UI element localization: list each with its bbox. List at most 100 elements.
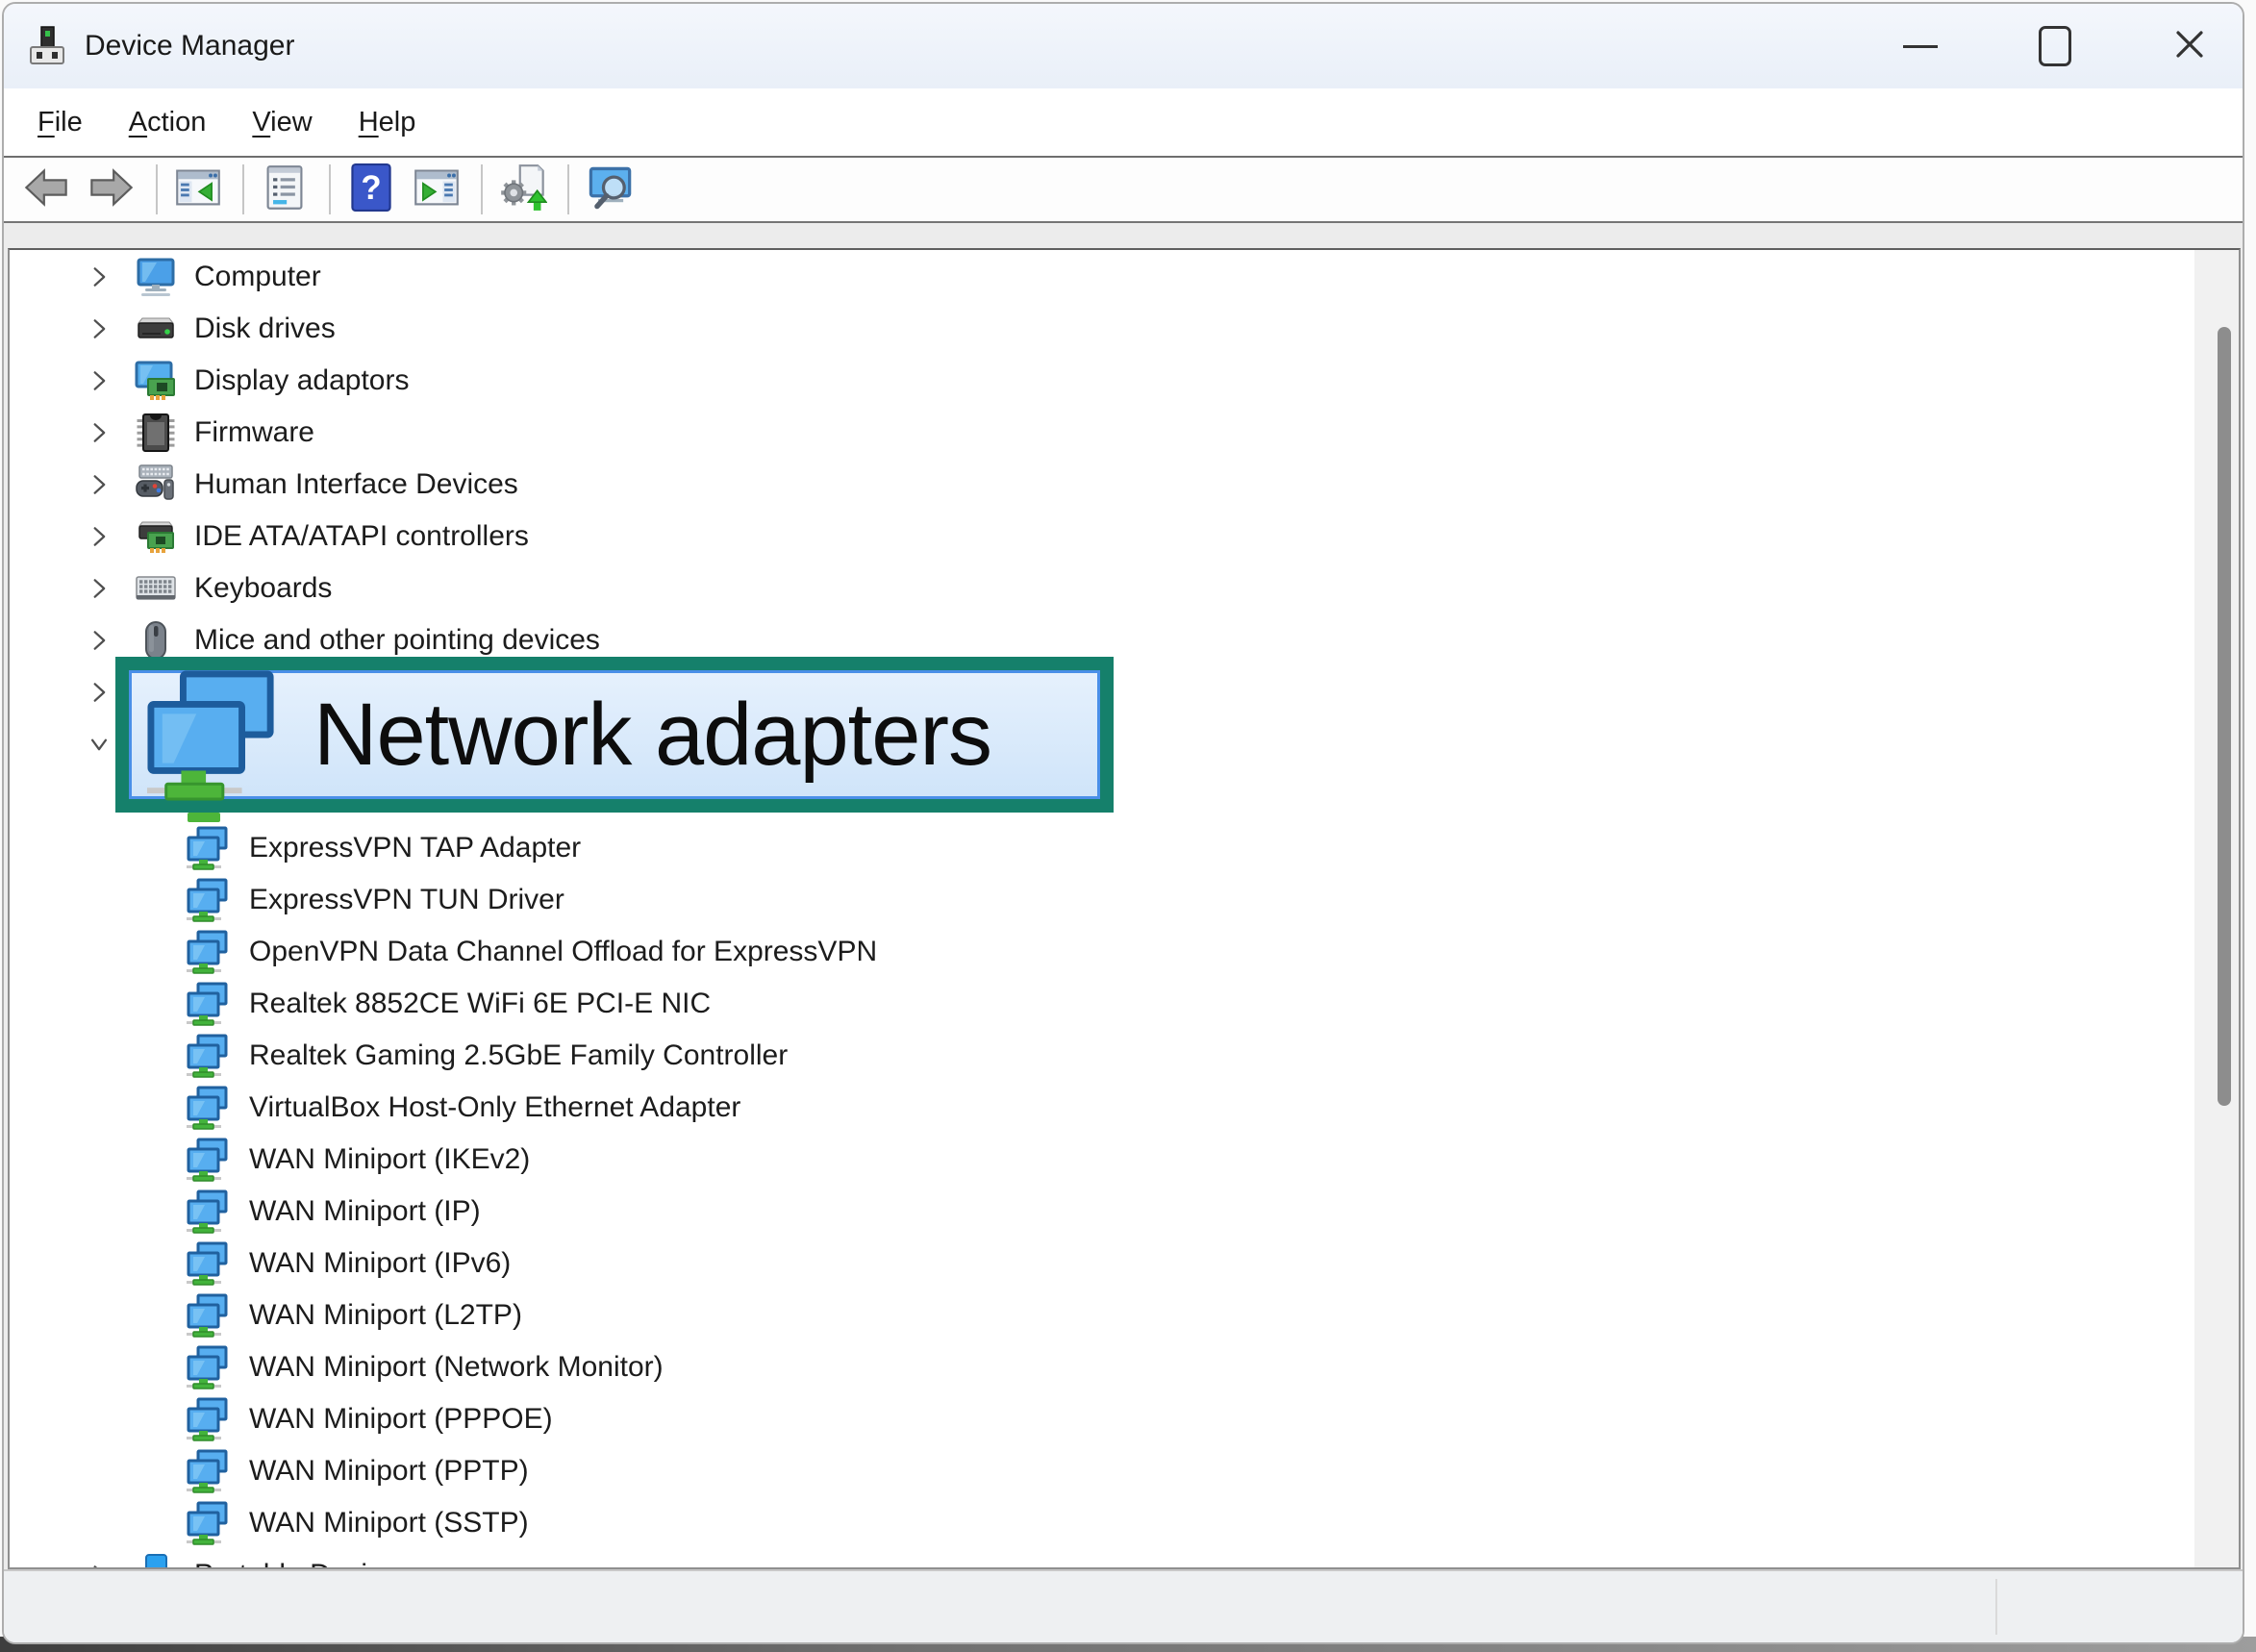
tree-item-label: WAN Miniport (SSTP)	[249, 1507, 529, 1539]
chevron-right-icon[interactable]	[85, 678, 113, 707]
title-bar[interactable]: Device Manager	[4, 4, 2243, 88]
tree-item-wan-miniport-ipv6[interactable]: WAN Miniport (IPv6)	[10, 1238, 2194, 1289]
computer-icon	[134, 255, 178, 299]
chevron-right-icon[interactable]	[85, 263, 113, 291]
toolbar-separator	[567, 164, 569, 214]
network-adapter-icon	[185, 825, 231, 871]
tree-item-disk-drives[interactable]: Disk drives	[10, 303, 2194, 355]
chevron-right-icon[interactable]	[85, 522, 113, 551]
close-icon	[2172, 27, 2207, 66]
tree-item-keyboards[interactable]: Keyboards	[10, 563, 2194, 614]
chevron-right-icon[interactable]	[85, 418, 113, 447]
toolbar-separator	[242, 164, 244, 214]
tree-item-label: WAN Miniport (IPv6)	[249, 1247, 511, 1280]
menu-help[interactable]: Help	[359, 107, 416, 138]
toolbar-back-button[interactable]	[21, 164, 71, 214]
tree-item-label: VirtualBox Host-Only Ethernet Adapter	[249, 1091, 740, 1124]
tree-item-wan-miniport-ip[interactable]: WAN Miniport (IP)	[10, 1186, 2194, 1238]
toolbar-search-computer-button[interactable]	[585, 164, 635, 214]
menu-view[interactable]: View	[252, 107, 312, 138]
tree-item-computer[interactable]: Computer	[10, 251, 2194, 303]
svg-text:?: ?	[361, 169, 381, 206]
device-manager-icon	[25, 24, 69, 68]
portable-device-icon	[134, 1553, 178, 1569]
tree-item-openvpn-data-channel-offload-for-expressvpn[interactable]: OpenVPN Data Channel Offload for Express…	[10, 926, 2194, 978]
tree-item-expressvpn-tap-adapter[interactable]: ExpressVPN TAP Adapter	[10, 822, 2194, 874]
scrollbar-track[interactable]	[2194, 250, 2239, 1567]
tree-item-ide-ata-atapi-controllers[interactable]: IDE ATA/ATAPI controllers	[10, 511, 2194, 563]
tree-item-wan-miniport-network-monitor[interactable]: WAN Miniport (Network Monitor)	[10, 1341, 2194, 1393]
tree-item-expressvpn-tun-driver[interactable]: ExpressVPN TUN Driver	[10, 874, 2194, 926]
tree-item-human-interface-devices[interactable]: Human Interface Devices	[10, 459, 2194, 511]
toolbar-help-button[interactable]: ?	[346, 164, 396, 214]
tree-item-label: Mice and other pointing devices	[194, 624, 600, 657]
chevron-right-icon[interactable]	[85, 1561, 113, 1569]
network-adapter-icon	[185, 1292, 231, 1339]
window-title: Device Manager	[85, 30, 294, 63]
tree-item-display-adaptors[interactable]: Display adaptors	[10, 355, 2194, 407]
chevron-right-icon[interactable]	[85, 314, 113, 343]
menu-file[interactable]: File	[38, 107, 83, 138]
tree-item-label: WAN Miniport (Network Monitor)	[249, 1351, 664, 1384]
close-button[interactable]	[2158, 14, 2221, 78]
toolbar: ?	[4, 156, 2243, 223]
network-adapter-icon	[185, 1448, 231, 1494]
tree-item-label: WAN Miniport (L2TP)	[249, 1299, 522, 1332]
tree-item-label: WAN Miniport (IKEv2)	[249, 1143, 530, 1176]
tree-item-realtek-8852ce-wifi-6e-pci-e-nic[interactable]: Realtek 8852CE WiFi 6E PCI-E NIC	[10, 978, 2194, 1030]
chevron-right-icon[interactable]	[85, 470, 113, 499]
tree-item-label: OpenVPN Data Channel Offload for Express…	[249, 936, 877, 968]
tree-item-virtualbox-host-only-ethernet-adapter[interactable]: VirtualBox Host-Only Ethernet Adapter	[10, 1082, 2194, 1134]
highlight-overlay-network-adapters[interactable]: Network adapters	[115, 657, 1114, 813]
network-adapter-icon-peek	[188, 813, 220, 822]
highlight-overlay-label: Network adapters	[313, 685, 991, 786]
back-icon	[22, 163, 70, 216]
firmware-icon	[134, 411, 178, 455]
tree-item-wan-miniport-l2tp[interactable]: WAN Miniport (L2TP)	[10, 1289, 2194, 1341]
client-area: Computer Disk drives Display adaptors Firmw…	[4, 223, 2243, 1569]
device-manager-window: Device Manager File Action View Help ? Comp…	[2, 2, 2244, 1644]
tree-item-label: WAN Miniport (IP)	[249, 1195, 481, 1228]
minimize-button[interactable]	[1889, 14, 1952, 78]
chevron-down-icon[interactable]	[85, 730, 113, 759]
network-adapter-icon	[185, 1137, 231, 1183]
toolbar-scan-for-hardware-changes-button[interactable]	[498, 164, 548, 214]
toolbar-show-action-pane-button[interactable]	[412, 164, 462, 214]
chevron-right-icon[interactable]	[85, 574, 113, 603]
toolbar-show-console-tree-button[interactable]	[173, 164, 223, 214]
toolbar-forward-button[interactable]	[87, 164, 137, 214]
network-adapter-icon	[185, 981, 231, 1027]
tree-item-realtek-gaming-2-5gbe-family-controller[interactable]: Realtek Gaming 2.5GbE Family Controller	[10, 1030, 2194, 1082]
tree-item-wan-miniport-ikev2[interactable]: WAN Miniport (IKEv2)	[10, 1134, 2194, 1186]
scrollbar-thumb[interactable]	[2218, 327, 2231, 1106]
disk-drive-icon	[134, 307, 178, 351]
tree-item-label: Display adaptors	[194, 364, 409, 397]
human-interface-icon	[134, 463, 178, 507]
forward-icon	[88, 163, 136, 216]
tree-item-label: Computer	[194, 261, 321, 293]
tree-item-firmware[interactable]: Firmware	[10, 407, 2194, 459]
scan-for-hardware-changes-icon	[499, 163, 547, 216]
tree-item-label: WAN Miniport (PPTP)	[249, 1455, 529, 1488]
tree-item-wan-miniport-pppoe[interactable]: WAN Miniport (PPPOE)	[10, 1393, 2194, 1445]
keyboard-icon	[134, 566, 178, 611]
network-adapter-icon	[185, 1189, 231, 1235]
chevron-right-icon[interactable]	[85, 366, 113, 395]
chevron-right-icon[interactable]	[85, 626, 113, 655]
menu-action[interactable]: Action	[129, 107, 207, 138]
minimize-icon	[1903, 45, 1938, 48]
network-adapter-icon	[185, 877, 231, 923]
toolbar-separator	[156, 164, 158, 214]
window-controls	[1889, 14, 2221, 78]
toolbar-properties-button[interactable]	[260, 164, 310, 214]
show-action-pane-icon	[413, 163, 461, 216]
tree-item-wan-miniport-pptp[interactable]: WAN Miniport (PPTP)	[10, 1445, 2194, 1497]
tree-item-label: Realtek Gaming 2.5GbE Family Controller	[249, 1039, 788, 1072]
maximize-button[interactable]	[2023, 14, 2087, 78]
tree-item-portable-devices[interactable]: Portable Devices	[10, 1549, 2194, 1569]
toolbar-separator	[329, 164, 331, 214]
tree-item-label: WAN Miniport (PPPOE)	[249, 1403, 553, 1436]
help-icon: ?	[347, 163, 395, 216]
tree-item-wan-miniport-sstp[interactable]: WAN Miniport (SSTP)	[10, 1497, 2194, 1549]
tree-item-label: Firmware	[194, 416, 314, 449]
